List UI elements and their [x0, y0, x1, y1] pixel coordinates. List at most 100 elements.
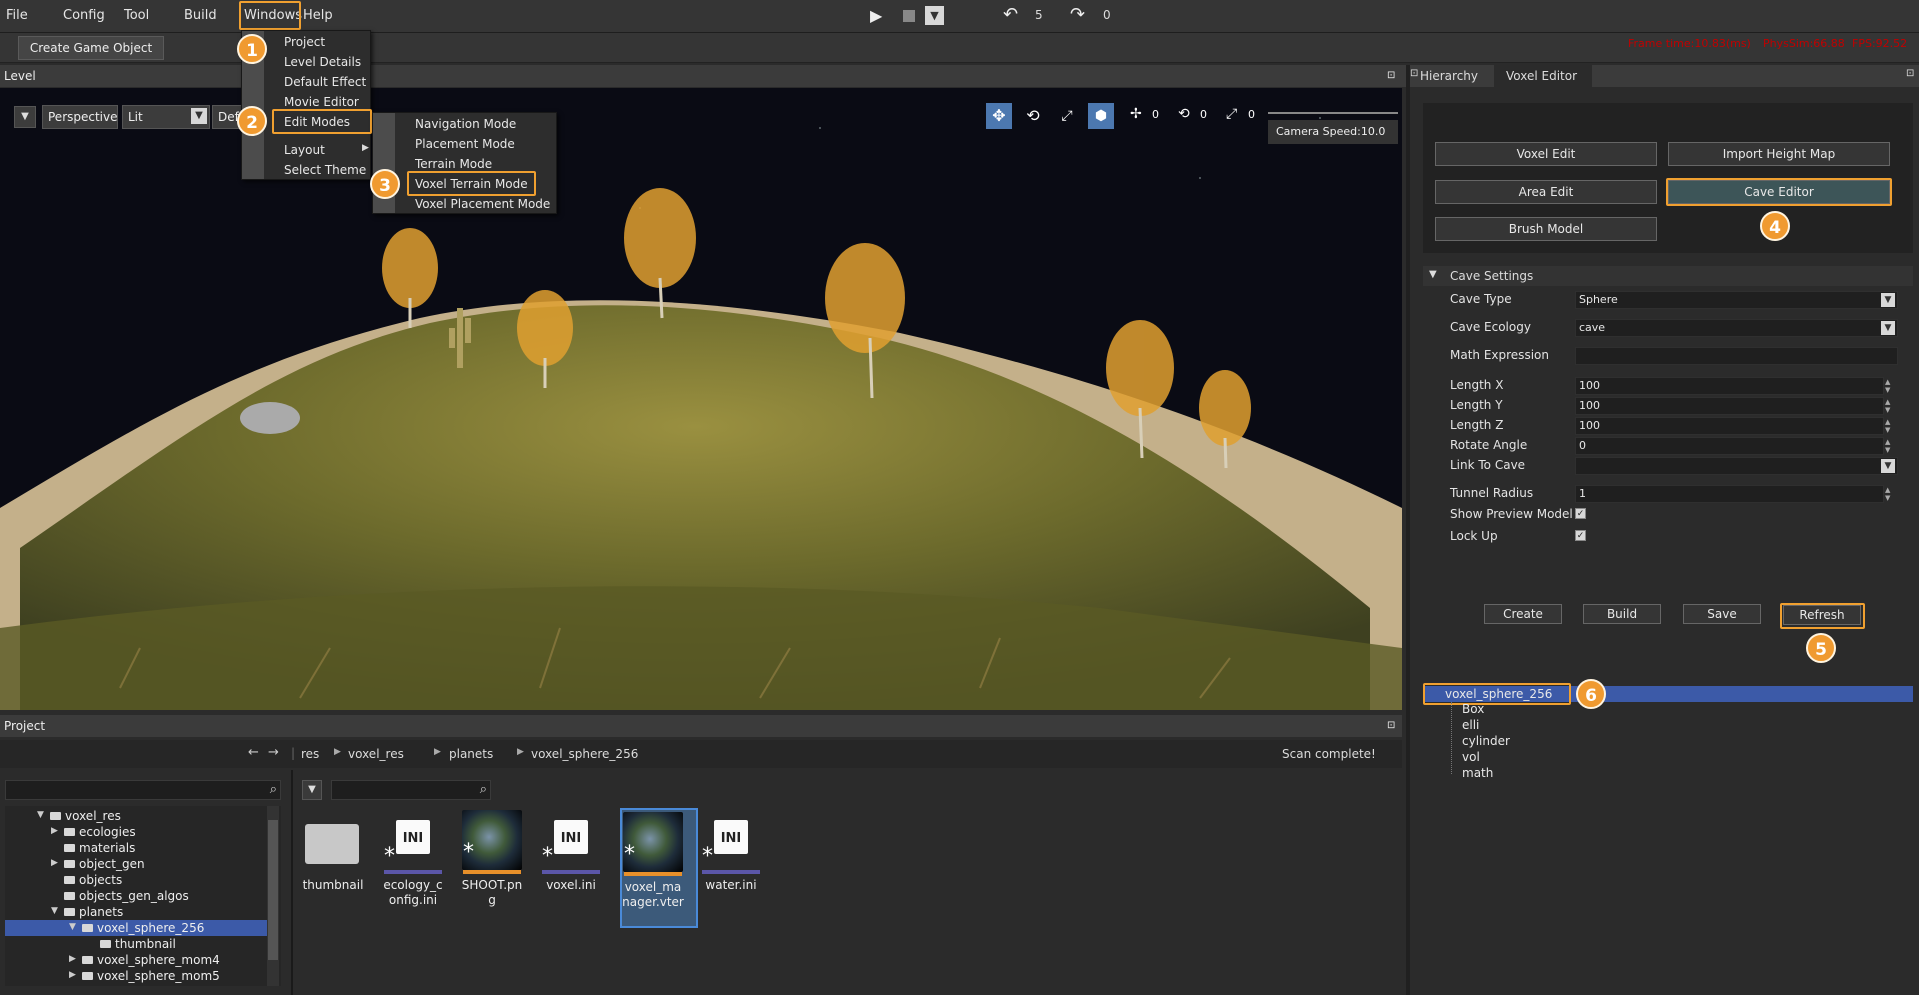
folder-tree-row[interactable]: ▼ planets [5, 904, 267, 920]
play-options-icon[interactable]: ▼ [925, 6, 944, 25]
length-y-input[interactable]: 100 ▲ ▼ [1575, 397, 1890, 415]
length-x-input[interactable]: 100 ▲ ▼ [1575, 377, 1890, 395]
menu-build[interactable]: Build [184, 8, 217, 23]
menu-item-project[interactable]: Project [284, 35, 325, 49]
create-button[interactable]: Create [1484, 604, 1562, 624]
menu-help[interactable]: Help [303, 8, 333, 23]
lit-dropdown[interactable]: Lit ▼ [122, 105, 210, 129]
spinner-icon[interactable]: ▲ ▼ [1885, 398, 1897, 414]
chevron-right-icon[interactable]: ▶ [69, 970, 76, 980]
tree-scrollbar[interactable] [267, 806, 279, 986]
menu-config[interactable]: Config [63, 8, 105, 23]
create-game-object-button[interactable]: Create Game Object [18, 36, 164, 60]
forward-arrow-icon[interactable]: → [268, 745, 279, 760]
file-view-options-icon[interactable]: ▼ [302, 780, 322, 800]
redo-icon[interactable]: ↷ [1070, 4, 1085, 25]
import-height-map-button[interactable]: Import Height Map [1668, 142, 1890, 166]
world-space-icon[interactable]: ⬢ [1088, 103, 1114, 129]
tunnel-radius-input[interactable]: 1 ▲ ▼ [1575, 485, 1890, 503]
chevron-down-icon[interactable]: ▼ [37, 810, 44, 820]
tab-hierarchy[interactable]: Hierarchy [1402, 65, 1494, 87]
folder-tree-row[interactable]: ▼ voxel_res [5, 808, 267, 824]
tree-scrollbar-thumb[interactable] [268, 820, 278, 960]
folder-tree-row[interactable]: objects [5, 872, 267, 888]
chevron-right-icon[interactable]: ▶ [69, 954, 76, 964]
move-tool-icon[interactable]: ✥ [986, 103, 1012, 129]
rotate-tool-icon[interactable]: ⟲ [1020, 103, 1046, 129]
cave-type-dropdown[interactable]: Sphere ▼ [1575, 291, 1898, 309]
file-item[interactable]: INI * ecology_c onfig.ini [382, 808, 460, 928]
panel-splitter[interactable] [1406, 65, 1410, 995]
tree-item-elli[interactable]: elli [1462, 718, 1479, 732]
length-z-input[interactable]: 100 ▲ ▼ [1575, 417, 1890, 435]
spinner-icon[interactable]: ▲ ▼ [1885, 438, 1897, 454]
cave-settings-header[interactable]: ▼ Cave Settings [1423, 266, 1913, 286]
tree-item-box[interactable]: Box [1462, 702, 1484, 716]
spinner-icon[interactable]: ▲ ▼ [1885, 378, 1897, 394]
pin-icon[interactable]: ⊡ [1906, 68, 1914, 79]
stop-icon[interactable] [903, 10, 915, 22]
breadcrumb-planets[interactable]: planets [449, 747, 493, 761]
show-preview-model-checkbox[interactable]: ✓ [1575, 508, 1586, 519]
pin-icon[interactable]: ⊡ [1387, 715, 1395, 737]
file-item[interactable]: INI * water.ini [700, 808, 778, 928]
perspective-dropdown[interactable]: Perspective [42, 105, 118, 129]
spinner-icon[interactable]: ▲ ▼ [1885, 486, 1897, 502]
folder-tree-row[interactable]: ▶ object_gen [5, 856, 267, 872]
file-item[interactable]: INI * voxel.ini [540, 808, 618, 928]
file-item[interactable]: * voxel_ma nager.vter [620, 808, 698, 928]
tree-item-cylinder[interactable]: cylinder [1462, 734, 1510, 748]
play-icon[interactable]: ▶ [870, 6, 882, 25]
chevron-down-icon[interactable]: ▼ [69, 922, 76, 932]
link-to-cave-dropdown[interactable]: ▼ [1575, 457, 1898, 475]
file-search-input[interactable]: ⌕ [331, 780, 491, 800]
cave-ecology-dropdown[interactable]: cave ▼ [1575, 319, 1898, 337]
menu-item-default-effect[interactable]: Default Effect [284, 75, 366, 89]
chevron-right-icon[interactable]: ▶ [51, 858, 58, 868]
scale-tool-icon[interactable]: ⤢ [1054, 103, 1080, 129]
menu-item-placement-mode[interactable]: Placement Mode [415, 137, 515, 151]
breadcrumb-res[interactable]: res [301, 747, 319, 761]
save-button[interactable]: Save [1683, 604, 1761, 624]
project-splitter[interactable] [291, 770, 293, 995]
menu-item-navigation-mode[interactable]: Navigation Mode [415, 117, 516, 131]
folder-tree-row[interactable]: ▶ voxel_sphere_mom4 [5, 952, 267, 968]
tree-search-input[interactable]: ⌕ [5, 780, 281, 800]
file-item[interactable]: thumbnail [302, 808, 380, 928]
camera-speed-slider[interactable] [1268, 112, 1398, 114]
voxel-edit-button[interactable]: Voxel Edit [1435, 142, 1657, 166]
chevron-down-icon[interactable]: ▼ [51, 906, 58, 916]
scene-viewport[interactable]: ▼ Perspective Lit ▼ Def ✥ ⟲ ⤢ ⬢ ✢ 0 ⟲ 0 … [0, 88, 1402, 710]
menu-item-layout[interactable]: Layout [284, 143, 325, 157]
menu-tool[interactable]: Tool [124, 8, 149, 23]
back-arrow-icon[interactable]: ← [248, 745, 259, 760]
menu-item-select-theme[interactable]: Select Theme [284, 163, 366, 177]
tree-item-math[interactable]: math [1462, 766, 1493, 780]
spinner-icon[interactable]: ▲ ▼ [1885, 418, 1897, 434]
rotate-angle-input[interactable]: 0 ▲ ▼ [1575, 437, 1890, 455]
pin-icon[interactable]: ⊡ [1387, 65, 1395, 87]
tab-voxel-editor[interactable]: Voxel Editor [1494, 65, 1592, 87]
menu-item-voxel-placement-mode[interactable]: Voxel Placement Mode [415, 197, 550, 211]
snap-move-icon[interactable]: ✢ [1130, 106, 1142, 122]
snap-rotate-icon[interactable]: ⟲ [1178, 106, 1190, 122]
area-edit-button[interactable]: Area Edit [1435, 180, 1657, 204]
chevron-right-icon[interactable]: ▶ [51, 826, 58, 836]
menu-item-terrain-mode[interactable]: Terrain Mode [415, 157, 492, 171]
view-menu-icon[interactable]: ▼ [14, 106, 36, 128]
folder-tree-row[interactable]: thumbnail [5, 936, 267, 952]
menu-item-movie-editor[interactable]: Movie Editor [284, 95, 359, 109]
folder-tree-row[interactable]: ▶ ecologies [5, 824, 267, 840]
folder-tree-row[interactable]: objects_gen_algos [5, 888, 267, 904]
tree-item-vol[interactable]: vol [1462, 750, 1480, 764]
undo-icon[interactable]: ↶ [1003, 4, 1018, 25]
snap-scale-icon[interactable]: ⤢ [1226, 106, 1237, 122]
folder-tree-row[interactable]: ▼ voxel_sphere_256 [5, 920, 267, 936]
build-button[interactable]: Build [1583, 604, 1661, 624]
lock-up-checkbox[interactable]: ✓ [1575, 530, 1586, 541]
menu-file[interactable]: File [6, 8, 28, 23]
breadcrumb-voxel-sphere-256[interactable]: voxel_sphere_256 [531, 747, 638, 761]
folder-tree-row[interactable]: materials [5, 840, 267, 856]
file-item[interactable]: * SHOOT.pn g [461, 808, 539, 928]
folder-tree-row[interactable]: ▶ voxel_sphere_mom5 [5, 968, 267, 984]
